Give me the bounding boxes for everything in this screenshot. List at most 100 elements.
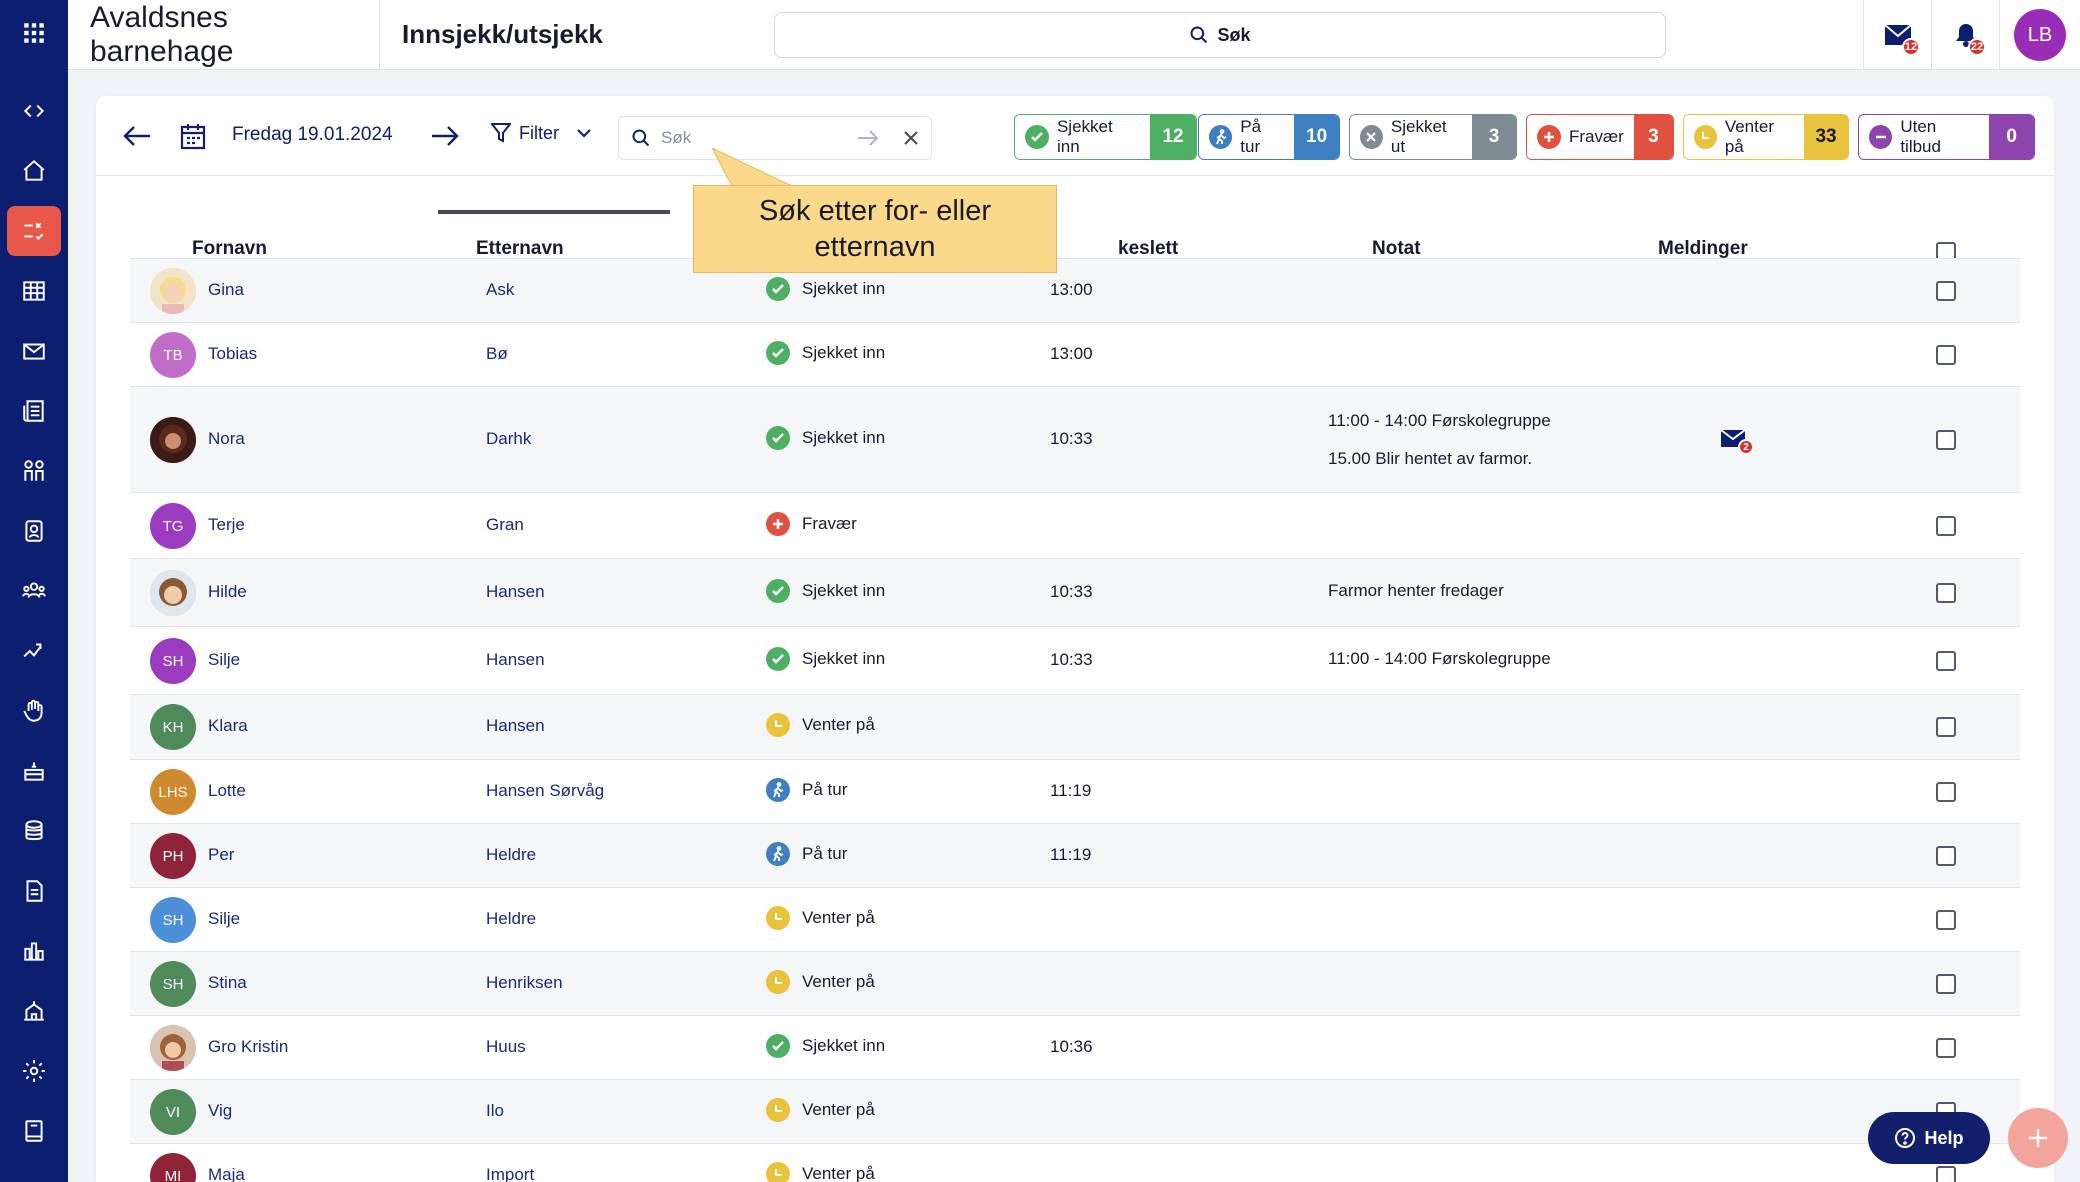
- col-time[interactable]: keslett: [1118, 238, 1178, 260]
- first-name[interactable]: Tobias: [208, 344, 257, 364]
- row-checkbox[interactable]: [1936, 846, 1956, 866]
- status-cell[interactable]: Sjekket inn: [766, 341, 885, 365]
- row-checkbox[interactable]: [1936, 516, 1956, 536]
- calendar-grid-icon[interactable]: [7, 266, 61, 316]
- row-checkbox[interactable]: [1936, 583, 1956, 603]
- table-row[interactable]: MI Maja Import Venter på: [130, 1143, 2020, 1182]
- stats-icon[interactable]: [7, 926, 61, 976]
- status-cell[interactable]: På tur: [766, 842, 847, 866]
- table-row[interactable]: Gro Kristin Huus Sjekket inn 10:36: [130, 1015, 2020, 1079]
- first-name[interactable]: Terje: [208, 515, 245, 535]
- first-name[interactable]: Lotte: [208, 781, 246, 801]
- row-checkbox[interactable]: [1936, 281, 1956, 301]
- activity-icon[interactable]: [7, 626, 61, 676]
- notifications-button[interactable]: 22: [1931, 0, 1999, 70]
- col-messages[interactable]: Meldinger: [1658, 238, 1748, 260]
- row-checkbox[interactable]: [1936, 1038, 1956, 1058]
- table-row[interactable]: SH Silje Hansen Sjekket inn 10:33 11:00 …: [130, 626, 2020, 694]
- row-checkbox[interactable]: [1936, 651, 1956, 671]
- user-avatar[interactable]: LB: [2014, 9, 2066, 61]
- school-icon[interactable]: [7, 986, 61, 1036]
- row-checkbox[interactable]: [1936, 345, 1956, 365]
- status-cell[interactable]: Sjekket inn: [766, 426, 885, 450]
- hand-icon[interactable]: [7, 686, 61, 736]
- submit-arrow-icon[interactable]: [857, 130, 879, 146]
- last-name[interactable]: Darhk: [486, 429, 531, 449]
- last-name[interactable]: Henriksen: [486, 973, 563, 993]
- table-row[interactable]: SH Silje Heldre Venter på: [130, 887, 2020, 951]
- first-name[interactable]: Gro Kristin: [208, 1037, 288, 1057]
- first-name[interactable]: Vig: [208, 1101, 232, 1121]
- status-cell[interactable]: Fravær: [766, 512, 857, 536]
- status-cell[interactable]: Sjekket inn: [766, 579, 885, 603]
- last-name[interactable]: Hansen: [486, 650, 545, 670]
- table-row[interactable]: LHS Lotte Hansen Sørvåg På tur 11:19: [130, 759, 2020, 823]
- table-row[interactable]: VI Vig Ilo Venter på: [130, 1079, 2020, 1143]
- pill-sjekket-inn[interactable]: Sjekket inn 12: [1014, 114, 1197, 160]
- col-last-name[interactable]: Etternavn: [476, 238, 564, 260]
- next-day-arrow-icon[interactable]: [430, 122, 460, 150]
- status-cell[interactable]: Sjekket inn: [766, 1034, 885, 1058]
- last-name[interactable]: Ask: [486, 280, 514, 300]
- table-row[interactable]: Gina Ask Sjekket inn 13:00: [130, 258, 2020, 322]
- add-fab-button[interactable]: [2008, 1108, 2068, 1168]
- apps-grid-icon[interactable]: [7, 8, 61, 58]
- id-card-icon[interactable]: [7, 506, 61, 556]
- row-checkbox[interactable]: [1936, 1166, 1956, 1182]
- status-cell[interactable]: Sjekket inn: [766, 277, 885, 301]
- children-icon[interactable]: [7, 446, 61, 496]
- pill-venter-pa[interactable]: Venter på 33: [1683, 114, 1849, 160]
- row-checkbox[interactable]: [1936, 910, 1956, 930]
- first-name[interactable]: Gina: [208, 280, 244, 300]
- row-checkbox[interactable]: [1936, 974, 1956, 994]
- first-name[interactable]: Per: [208, 845, 234, 865]
- first-name[interactable]: Silje: [208, 909, 240, 929]
- pill-sjekket-ut[interactable]: Sjekket ut 3: [1349, 114, 1517, 160]
- pill-uten-tilbud[interactable]: Uten tilbud 0: [1858, 114, 2035, 160]
- status-cell[interactable]: Venter på: [766, 970, 875, 994]
- groups-icon[interactable]: [7, 566, 61, 616]
- home-icon[interactable]: [7, 146, 61, 196]
- status-cell[interactable]: Venter på: [766, 1098, 875, 1122]
- status-cell[interactable]: På tur: [766, 778, 847, 802]
- user-menu[interactable]: LB: [1999, 0, 2080, 70]
- status-cell[interactable]: Venter på: [766, 713, 875, 737]
- last-name[interactable]: Gran: [486, 515, 524, 535]
- table-row[interactable]: PH Per Heldre På tur 11:19: [130, 823, 2020, 887]
- help-button[interactable]: Help: [1868, 1112, 1990, 1164]
- messages-button[interactable]: 12: [1863, 0, 1931, 70]
- calendar-icon[interactable]: [180, 122, 206, 150]
- message-envelope-icon[interactable]: 2: [1720, 429, 1754, 456]
- filter-dropdown[interactable]: Filter: [491, 122, 593, 144]
- global-search[interactable]: Søk: [774, 12, 1666, 58]
- first-name[interactable]: Klara: [208, 716, 248, 736]
- last-name[interactable]: Hansen: [486, 582, 545, 602]
- last-name[interactable]: Hansen: [486, 716, 545, 736]
- mail-icon[interactable]: [7, 326, 61, 376]
- row-checkbox[interactable]: [1936, 782, 1956, 802]
- settings-gear-icon[interactable]: [7, 1046, 61, 1096]
- last-name[interactable]: Heldre: [486, 909, 536, 929]
- table-row[interactable]: TB Tobias Bø Sjekket inn 13:00: [130, 322, 2020, 386]
- col-note[interactable]: Notat: [1372, 238, 1421, 260]
- status-cell[interactable]: Venter på: [766, 1162, 875, 1182]
- first-name[interactable]: Silje: [208, 650, 240, 670]
- last-name[interactable]: Import: [486, 1165, 534, 1182]
- document-icon[interactable]: [7, 866, 61, 916]
- last-name[interactable]: Bø: [486, 344, 508, 364]
- last-name[interactable]: Heldre: [486, 845, 536, 865]
- previous-day-arrow-icon[interactable]: [122, 122, 152, 150]
- last-name[interactable]: Huus: [486, 1037, 526, 1057]
- last-name[interactable]: Ilo: [486, 1101, 504, 1121]
- table-row[interactable]: KH Klara Hansen Venter på: [130, 694, 2020, 759]
- status-cell[interactable]: Venter på: [766, 906, 875, 930]
- table-row[interactable]: TG Terje Gran Fravær: [130, 492, 2020, 558]
- date-label[interactable]: Fredag 19.01.2024: [232, 124, 393, 146]
- first-name[interactable]: Stina: [208, 973, 247, 993]
- col-first-name[interactable]: Fornavn: [192, 238, 267, 260]
- pill-pa-tur[interactable]: På tur 10: [1198, 114, 1340, 160]
- table-row[interactable]: Hilde Hansen Sjekket inn 10:33 Farmor he…: [130, 558, 2020, 626]
- cake-icon[interactable]: [7, 746, 61, 796]
- news-icon[interactable]: [7, 386, 61, 436]
- row-checkbox[interactable]: [1936, 717, 1956, 737]
